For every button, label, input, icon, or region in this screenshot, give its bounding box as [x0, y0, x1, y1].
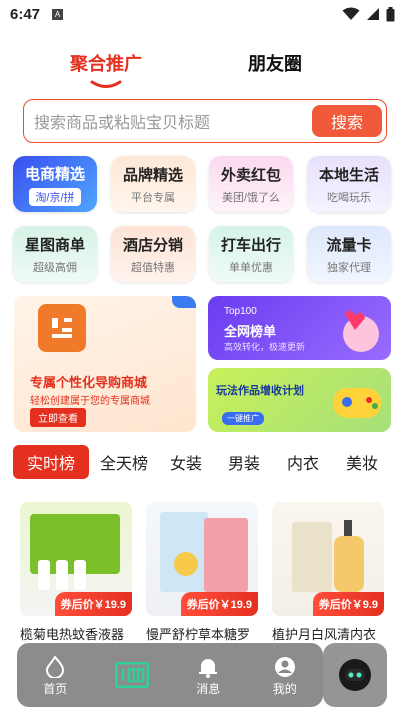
- nav-message-label: 消息: [196, 681, 221, 696]
- status-time: 6:47: [10, 5, 41, 23]
- banner-top100-sub: 高效转化，极速更新: [224, 342, 306, 352]
- banner-income-button[interactable]: 一键推广: [222, 412, 264, 425]
- status-bar: 6:47 A: [0, 0, 405, 28]
- tab-active-indicator: [90, 80, 122, 88]
- bell-icon: [197, 654, 219, 680]
- category-ecommerce[interactable]: 电商精选 淘/京/拼: [13, 156, 97, 212]
- category-taxi[interactable]: 打车出行 单单优惠: [209, 226, 293, 282]
- product-price-badge: 券后价￥19.9: [180, 592, 258, 616]
- wifi-icon: [342, 7, 360, 20]
- filter-tab-realtime[interactable]: 实时榜: [13, 445, 89, 479]
- flame-icon: [46, 654, 65, 680]
- top-tabs: 聚合推广 朋友圈: [0, 50, 405, 88]
- signal-icon: [367, 8, 379, 20]
- banner-income-plan[interactable]: 玩法作品增收计划 一键推广: [208, 368, 391, 432]
- bottom-nav: 首页 消息 我的: [17, 643, 323, 707]
- category-title: 酒店分销: [122, 236, 183, 254]
- tab-moments[interactable]: 朋友圈: [248, 50, 302, 76]
- product-name: 榄菊电热蚊香液器: [20, 627, 125, 642]
- category-sub: 平台专属: [131, 191, 175, 204]
- category-xingtu[interactable]: 星图商单 超级高佣: [13, 226, 97, 282]
- nav-mine-label: 我的: [272, 681, 297, 696]
- product-card[interactable]: 券后价￥9.9 植护月白风清内衣: [272, 502, 384, 643]
- category-sub: 超级高佣: [33, 261, 77, 274]
- banner-mall[interactable]: 专属个性化导购商城 轻松创建属于您的专属商城 立即查看: [14, 296, 196, 432]
- banner-mall-title: 专属个性化导购商城: [30, 375, 148, 390]
- product-bottle-icon: [292, 520, 364, 592]
- category-takeaway[interactable]: 外卖红包 美团/饿了么: [209, 156, 293, 212]
- category-sub: 超值特惠: [131, 261, 175, 274]
- nav-mine[interactable]: 我的: [255, 654, 315, 697]
- search-button[interactable]: 搜索: [312, 105, 382, 137]
- nav-message[interactable]: 消息: [178, 654, 238, 697]
- nav-center[interactable]: [102, 662, 162, 688]
- search-input[interactable]: 搜索商品或粘贴宝贝标题: [34, 109, 312, 133]
- game-controller-icon: [333, 388, 381, 418]
- filter-tab-men[interactable]: 男装: [213, 445, 275, 479]
- product-card[interactable]: 券后价￥19.9 榄菊电热蚊香液器: [20, 502, 132, 643]
- category-title: 外卖红包: [220, 166, 281, 184]
- category-local[interactable]: 本地生活 吃喝玩乐: [307, 156, 391, 212]
- category-data-card[interactable]: 流量卡 独家代理: [307, 226, 391, 282]
- battery-icon: [386, 6, 395, 21]
- tab-promotion[interactable]: 聚合推广: [70, 50, 142, 76]
- product-price-badge: 券后价￥9.9: [312, 592, 384, 616]
- category-title: 电商精选: [24, 165, 85, 183]
- center-logo-icon: [114, 662, 149, 688]
- banner-top100[interactable]: Top100 全网榜单 高效转化，极速更新: [208, 296, 391, 360]
- category-title: 品牌精选: [122, 166, 183, 184]
- product-price-badge: 券后价￥19.9: [54, 592, 132, 616]
- ai-assistant-button[interactable]: [323, 643, 387, 707]
- status-icons: [342, 6, 395, 22]
- category-title: 流量卡: [326, 236, 372, 254]
- search-box[interactable]: 搜索商品或粘贴宝贝标题 搜索: [23, 99, 387, 143]
- banner-top100-label: Top100: [224, 306, 257, 317]
- category-sub: 美团/饿了么: [221, 191, 281, 204]
- product-image: 券后价￥19.9: [146, 502, 258, 616]
- category-title: 星图商单: [24, 236, 85, 254]
- notification-a-icon: A: [52, 8, 64, 20]
- robot-icon: [339, 659, 371, 691]
- product-name: 慢严舒柠草本糖罗: [146, 627, 251, 642]
- category-sub: 单单优惠: [229, 261, 273, 274]
- banner-top100-title: 全网榜单: [224, 324, 277, 339]
- filter-tab-underwear[interactable]: 内衣: [275, 445, 331, 479]
- banner-corner-tag: [172, 296, 196, 308]
- filter-tab-beauty[interactable]: 美妆: [331, 445, 393, 479]
- category-sub: 淘/京/拼: [29, 187, 81, 206]
- product-box-icon: [160, 512, 248, 592]
- product-card[interactable]: 券后价￥19.9 慢严舒柠草本糖罗: [146, 502, 258, 643]
- mall-logo-icon: [38, 304, 86, 352]
- banner-mall-button[interactable]: 立即查看: [30, 408, 86, 427]
- filter-tab-allday[interactable]: 全天榜: [89, 445, 159, 479]
- thumbs-up-heart-icon: [343, 310, 379, 352]
- product-image: 券后价￥19.9: [20, 502, 132, 616]
- banner-income-title: 玩法作品增收计划: [216, 385, 304, 397]
- ranking-filter-tabs: 实时榜 全天榜 女装 男装 内衣 美妆: [13, 445, 405, 479]
- category-title: 本地生活: [318, 166, 379, 184]
- product-name: 植护月白风清内衣: [272, 627, 377, 642]
- product-box-icon: [30, 514, 120, 590]
- user-icon: [274, 654, 296, 680]
- nav-home[interactable]: 首页: [25, 654, 85, 697]
- category-hotel[interactable]: 酒店分销 超值特惠: [111, 226, 195, 282]
- banner-mall-sub: 轻松创建属于您的专属商城: [30, 396, 150, 407]
- category-sub: 吃喝玩乐: [327, 191, 371, 204]
- filter-tab-women[interactable]: 女装: [159, 445, 213, 479]
- category-title: 打车出行: [220, 236, 281, 254]
- nav-home-label: 首页: [43, 681, 68, 696]
- category-brand[interactable]: 品牌精选 平台专属: [111, 156, 195, 212]
- category-sub: 独家代理: [327, 261, 371, 274]
- product-image: 券后价￥9.9: [272, 502, 384, 616]
